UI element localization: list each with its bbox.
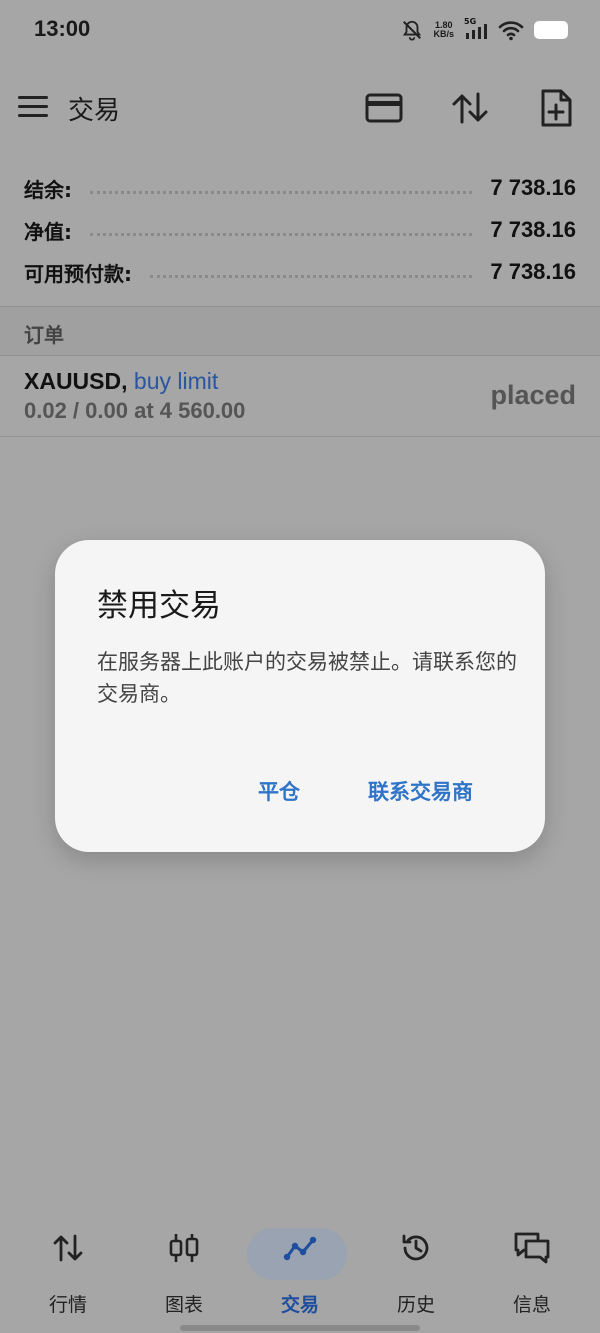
status-icons: 1.80 KB/s 5G (401, 16, 568, 44)
new-order-button[interactable] (534, 86, 578, 130)
order-type: buy limit (133, 368, 219, 394)
balance-value: 7 738.16 (490, 175, 576, 200)
status-bar: 13:00 1.80 KB/s 5G (0, 0, 600, 60)
nav-item-quotes[interactable]: 行情 (13, 1218, 123, 1318)
quotes-arrows-icon (43, 1226, 93, 1270)
nav-label-messages: 信息 (512, 1294, 551, 1316)
dialog-message: 在服务器上此账户的交易被禁止。请联系您的交易商。 (97, 650, 517, 706)
equity-label: 净值: (24, 219, 72, 244)
sort-arrows-icon (452, 92, 488, 124)
candlestick-chart-icon (159, 1226, 209, 1270)
order-status: placed (490, 380, 576, 410)
nav-item-trade[interactable]: 交易 (245, 1218, 355, 1318)
nav-item-charts[interactable]: 图表 (129, 1218, 239, 1318)
status-time: 13:00 (34, 16, 91, 41)
free-margin-value: 7 738.16 (490, 259, 576, 284)
trading-disabled-dialog: 禁用交易 在服务器上此账户的交易被禁止。请联系您的交易商。 平仓 联系交易商 (55, 540, 545, 852)
orders-header-label: 订单 (24, 323, 64, 347)
orders-section-header: 订单 (0, 307, 600, 355)
sort-button[interactable] (448, 86, 492, 130)
wifi-icon (498, 21, 524, 41)
dialog-title: 禁用交易 (97, 588, 221, 624)
new-document-icon (541, 89, 572, 127)
equity-value: 7 738.16 (490, 217, 576, 242)
bottom-navigation: 行情 图表 交易 历史 信息 (0, 1210, 600, 1320)
top-toolbar: 交易 (0, 70, 600, 146)
nav-item-messages[interactable]: 信息 (477, 1218, 587, 1318)
order-row[interactable]: XAUUSD, buy limit 0.02 / 0.00 at 4 560.0… (0, 356, 600, 436)
nav-label-history: 历史 (396, 1294, 435, 1316)
nav-item-history[interactable]: 历史 (361, 1218, 471, 1318)
order-symbol-line: XAUUSD, buy limit (24, 368, 218, 395)
credit-card-icon (365, 93, 403, 123)
balance-label: 结余: (24, 177, 72, 202)
contact-broker-button[interactable]: 联系交易商 (368, 776, 473, 806)
trade-line-icon (275, 1226, 325, 1270)
menu-icon[interactable] (18, 96, 48, 118)
close-position-button[interactable]: 平仓 (258, 776, 300, 806)
battery-icon (534, 21, 568, 39)
dotted-leader (150, 274, 473, 278)
divider (0, 436, 600, 437)
free-margin-label: 可用预付款: (24, 261, 132, 286)
page-title: 交易 (68, 96, 121, 126)
history-clock-icon (391, 1226, 441, 1270)
signal-indicator: 5G (464, 17, 488, 41)
free-margin-row: 可用预付款: 7 738.16 (24, 252, 576, 292)
signal-bars-icon (466, 24, 487, 39)
home-indicator[interactable] (180, 1325, 420, 1331)
nav-label-trade: 交易 (280, 1294, 319, 1316)
messages-icon (507, 1226, 557, 1270)
nav-label-charts: 图表 (164, 1294, 203, 1316)
bell-muted-icon (403, 20, 422, 41)
nav-label-quotes: 行情 (48, 1294, 87, 1316)
order-symbol: XAUUSD, (24, 368, 128, 394)
deposit-card-button[interactable] (362, 86, 406, 130)
order-detail: 0.02 / 0.00 at 4 560.00 (24, 398, 246, 423)
net-speed: 1.80 KB/s (433, 21, 454, 39)
net-speed-unit: KB/s (433, 29, 454, 39)
dotted-leader (90, 232, 473, 236)
dotted-leader (90, 190, 473, 194)
balance-row: 结余: 7 738.16 (24, 168, 576, 208)
equity-row: 净值: 7 738.16 (24, 210, 576, 250)
